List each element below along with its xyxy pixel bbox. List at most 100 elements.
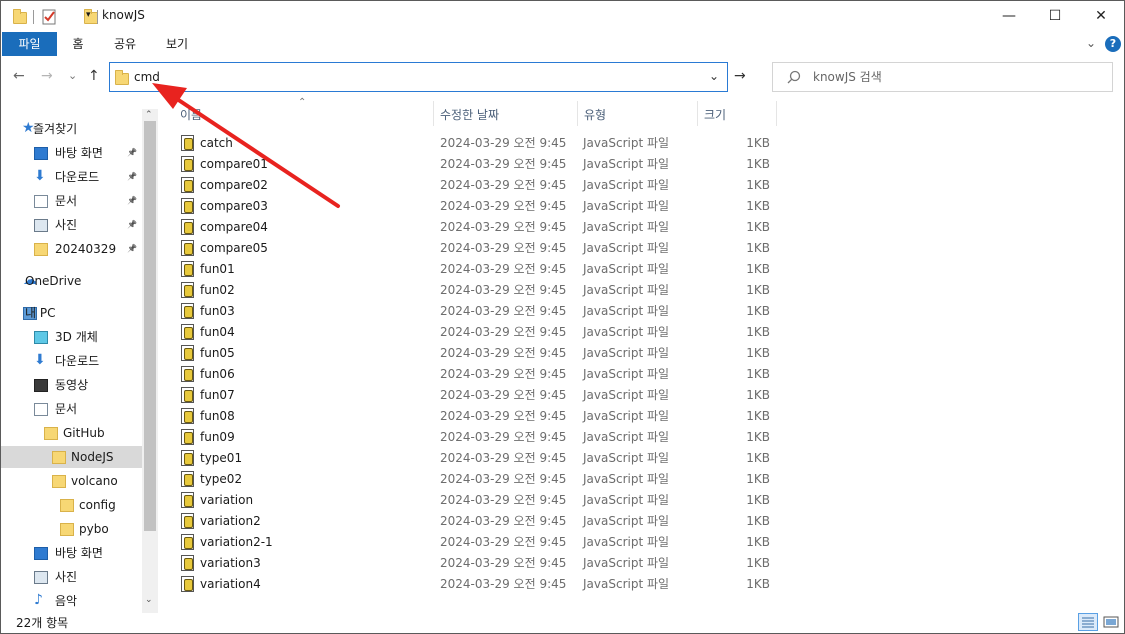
sidebar-item[interactable]: 사진 📌 xyxy=(1,214,141,236)
sidebar-item[interactable]: 사진 xyxy=(1,566,141,588)
up-button[interactable]: ↑ xyxy=(88,68,100,84)
minimize-button[interactable]: — xyxy=(986,1,1032,32)
scrollbar-thumb[interactable] xyxy=(144,121,156,531)
sidebar-item[interactable]: pybo xyxy=(1,518,141,540)
file-size: 1KB xyxy=(746,199,770,213)
column-size[interactable]: 크기 xyxy=(704,106,726,123)
sidebar-item[interactable]: config xyxy=(1,494,141,516)
file-row[interactable]: variation2-1 2024-03-29 오전 9:45 JavaScript… xyxy=(171,532,777,553)
sidebar-item[interactable]: 문서 📌 xyxy=(1,190,141,212)
sidebar-item[interactable]: ⬇ 다운로드 xyxy=(1,350,141,372)
file-date: 2024-03-29 오전 9:45 xyxy=(440,514,567,528)
file-name: variation2-1 xyxy=(200,535,273,549)
file-row[interactable]: variation2 2024-03-29 오전 9:45 JavaScript 파… xyxy=(171,511,777,532)
file-row[interactable]: fun09 2024-03-29 오전 9:45 JavaScript 파일 1KB xyxy=(171,427,777,448)
file-name: variation xyxy=(200,493,254,507)
file-row[interactable]: fun06 2024-03-29 오전 9:45 JavaScript 파일 1KB xyxy=(171,364,777,385)
file-size: 1KB xyxy=(746,430,770,444)
sidebar-item[interactable]: 3D 개체 xyxy=(1,326,141,348)
column-name[interactable]: 이름 xyxy=(180,106,202,123)
go-button[interactable]: → xyxy=(734,68,746,84)
file-row[interactable]: compare05 2024-03-29 오전 9:45 JavaScript 파일… xyxy=(171,238,777,259)
details-view-button[interactable] xyxy=(1078,613,1098,631)
file-row[interactable]: compare03 2024-03-29 오전 9:45 JavaScript 파일… xyxy=(171,196,777,217)
sidebar-item[interactable]: GitHub xyxy=(1,422,141,444)
recent-locations-button[interactable]: ⌄ xyxy=(68,69,77,82)
file-type: JavaScript 파일 xyxy=(583,220,670,234)
file-row[interactable]: variation3 2024-03-29 오전 9:45 JavaScript 파… xyxy=(171,553,777,574)
sidebar-item[interactable]: ⬇ 다운로드 📌 xyxy=(1,166,141,188)
file-name: fun01 xyxy=(200,262,235,276)
tab-home[interactable]: 홈 xyxy=(63,32,93,56)
address-dropdown-icon[interactable]: ⌄ xyxy=(709,69,719,83)
column-date[interactable]: 수정한 날짜 xyxy=(440,106,499,123)
file-row[interactable]: variation4 2024-03-29 오전 9:45 JavaScript 파… xyxy=(171,574,777,595)
sidebar-item[interactable]: NodeJS xyxy=(1,446,142,468)
javascript-file-icon xyxy=(181,303,194,319)
file-row[interactable]: catch 2024-03-29 오전 9:45 JavaScript 파일 1KB xyxy=(171,133,777,154)
file-row[interactable]: fun04 2024-03-29 오전 9:45 JavaScript 파일 1KB xyxy=(171,322,777,343)
scroll-down-icon[interactable]: ⌄ xyxy=(145,595,153,605)
javascript-file-icon xyxy=(181,555,194,571)
sidebar-item-label: 20240329 xyxy=(55,242,117,256)
file-row[interactable]: fun03 2024-03-29 오전 9:45 JavaScript 파일 1KB xyxy=(171,301,777,322)
file-row[interactable]: type02 2024-03-29 오전 9:45 JavaScript 파일 1KB xyxy=(171,469,777,490)
column-divider[interactable] xyxy=(697,101,698,126)
javascript-file-icon xyxy=(181,492,194,508)
file-date: 2024-03-29 오전 9:45 xyxy=(440,136,567,150)
file-date: 2024-03-29 오전 9:45 xyxy=(440,535,567,549)
sidebar-item[interactable]: ♪ 음악 xyxy=(1,590,141,612)
file-name: fun08 xyxy=(200,409,235,423)
file-row[interactable]: type01 2024-03-29 오전 9:45 JavaScript 파일 1KB xyxy=(171,448,777,469)
sidebar-item[interactable]: ☁ OneDrive xyxy=(1,270,141,292)
scroll-up-icon[interactable]: ⌃ xyxy=(145,110,153,120)
file-size: 1KB xyxy=(746,514,770,528)
file-row[interactable]: fun02 2024-03-29 오전 9:45 JavaScript 파일 1KB xyxy=(171,280,777,301)
file-size: 1KB xyxy=(746,451,770,465)
sidebar-item[interactable]: ★ 즐겨찾기 xyxy=(1,118,141,140)
pin-icon: 📌 xyxy=(127,244,137,253)
maximize-button[interactable]: ☐ xyxy=(1032,1,1078,32)
file-row[interactable]: compare02 2024-03-29 오전 9:45 JavaScript 파일… xyxy=(171,175,777,196)
column-divider[interactable] xyxy=(433,101,434,126)
help-icon[interactable]: ? xyxy=(1105,36,1121,52)
file-name: fun09 xyxy=(200,430,235,444)
file-row[interactable]: fun08 2024-03-29 오전 9:45 JavaScript 파일 1KB xyxy=(171,406,777,427)
tab-view[interactable]: 보기 xyxy=(157,32,197,56)
back-button[interactable]: ← xyxy=(13,68,25,84)
properties-icon[interactable] xyxy=(42,8,57,25)
divider xyxy=(97,10,98,24)
sidebar-item[interactable]: 내 PC xyxy=(1,302,141,324)
sidebar-item[interactable]: 바탕 화면 xyxy=(1,542,141,564)
file-row[interactable]: variation 2024-03-29 오전 9:45 JavaScript 파일… xyxy=(171,490,777,511)
search-box[interactable] xyxy=(772,62,1113,92)
file-row[interactable]: fun01 2024-03-29 오전 9:45 JavaScript 파일 1KB xyxy=(171,259,777,280)
address-text[interactable]: cmd xyxy=(134,70,160,84)
file-row[interactable]: fun07 2024-03-29 오전 9:45 JavaScript 파일 1KB xyxy=(171,385,777,406)
sidebar-item[interactable]: 동영상 xyxy=(1,374,141,396)
large-icons-view-button[interactable] xyxy=(1101,613,1121,631)
sidebar-scrollbar[interactable]: ⌃ ⌄ xyxy=(142,109,158,613)
column-divider[interactable] xyxy=(776,101,777,126)
column-divider[interactable] xyxy=(577,101,578,126)
folder-icon xyxy=(60,499,74,512)
tab-share[interactable]: 공유 xyxy=(105,32,145,56)
document-icon xyxy=(34,195,48,208)
file-row[interactable]: fun05 2024-03-29 오전 9:45 JavaScript 파일 1KB xyxy=(171,343,777,364)
search-input[interactable] xyxy=(813,69,1093,85)
file-row[interactable]: compare04 2024-03-29 오전 9:45 JavaScript 파일… xyxy=(171,217,777,238)
address-bar[interactable]: cmd ⌄ xyxy=(109,62,728,92)
file-date: 2024-03-29 오전 9:45 xyxy=(440,325,567,339)
sidebar-item[interactable]: volcano xyxy=(1,470,141,492)
javascript-file-icon xyxy=(181,198,194,214)
sidebar-item[interactable]: 문서 xyxy=(1,398,141,420)
forward-button[interactable]: → xyxy=(41,68,53,84)
sidebar-item[interactable]: 20240329 📌 xyxy=(1,238,141,260)
customize-quick-access-icon[interactable]: ▾ xyxy=(86,10,91,27)
column-type[interactable]: 유형 xyxy=(584,106,606,123)
sidebar-item[interactable]: 바탕 화면 📌 xyxy=(1,142,141,164)
file-row[interactable]: compare01 2024-03-29 오전 9:45 JavaScript 파일… xyxy=(171,154,777,175)
expand-ribbon-icon[interactable]: ⌄ xyxy=(1086,36,1096,50)
tab-file[interactable]: 파일 xyxy=(2,32,57,56)
close-button[interactable]: ✕ xyxy=(1078,1,1124,32)
